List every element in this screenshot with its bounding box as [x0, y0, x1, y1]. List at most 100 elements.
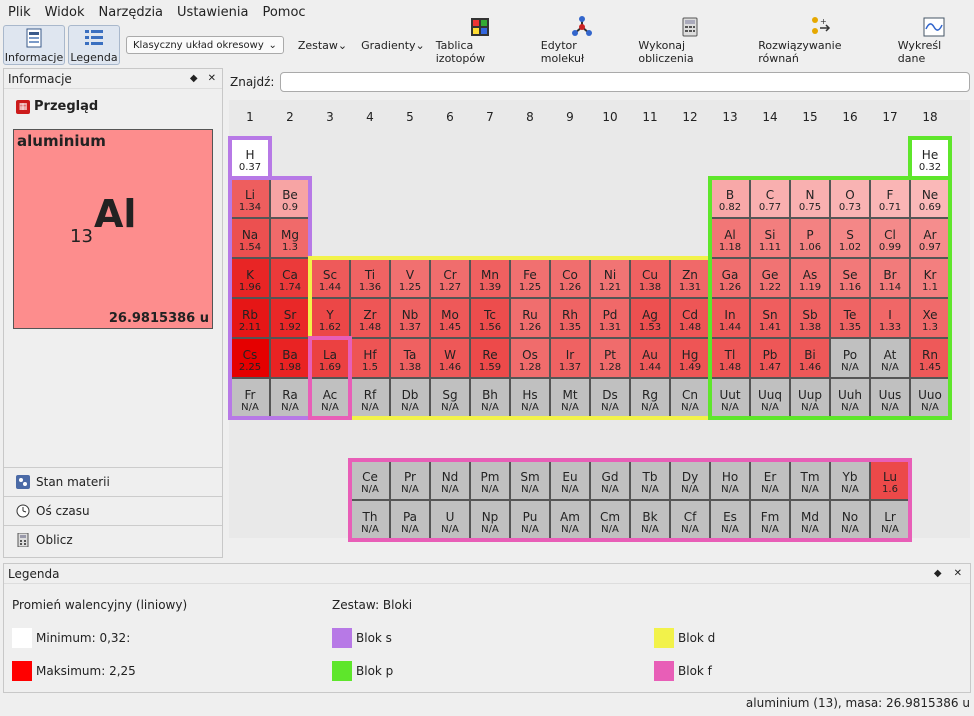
- element-cell-np[interactable]: Np N/A: [470, 500, 510, 540]
- element-cell-sc[interactable]: Sc 1.44: [310, 258, 350, 298]
- element-cell-c[interactable]: C 0.77: [750, 178, 790, 218]
- element-cell-v[interactable]: V 1.25: [390, 258, 430, 298]
- menu-tools[interactable]: Narzędzia: [99, 5, 164, 20]
- element-cell-uuo[interactable]: Uuo N/A: [910, 378, 950, 418]
- element-cell-sn[interactable]: Sn 1.41: [750, 298, 790, 338]
- element-cell-zr[interactable]: Zr 1.48: [350, 298, 390, 338]
- element-cell-sr[interactable]: Sr 1.92: [270, 298, 310, 338]
- element-cell-si[interactable]: Si 1.11: [750, 218, 790, 258]
- tab-state-of-matter[interactable]: Stan materii: [4, 467, 222, 495]
- element-cell-pr[interactable]: Pr N/A: [390, 460, 430, 500]
- element-cell-uup[interactable]: Uup N/A: [790, 378, 830, 418]
- element-cell-os[interactable]: Os 1.28: [510, 338, 550, 378]
- element-cell-te[interactable]: Te 1.35: [830, 298, 870, 338]
- layout-select[interactable]: Klasyczny układ okresowy ⌄: [126, 36, 284, 54]
- element-cell-ra[interactable]: Ra N/A: [270, 378, 310, 418]
- element-cell-db[interactable]: Db N/A: [390, 378, 430, 418]
- calculate-button[interactable]: Wykonaj obliczenia: [635, 17, 745, 65]
- info-button[interactable]: Informacje: [3, 25, 65, 65]
- element-cell-tb[interactable]: Tb N/A: [630, 460, 670, 500]
- molecule-editor-button[interactable]: Edytor molekuł: [538, 16, 626, 65]
- element-cell-co[interactable]: Co 1.26: [550, 258, 590, 298]
- element-cell-f[interactable]: F 0.71: [870, 178, 910, 218]
- element-cell-ti[interactable]: Ti 1.36: [350, 258, 390, 298]
- equation-solver-button[interactable]: + Rozwiązywanie równań: [755, 17, 887, 65]
- element-cell-th[interactable]: Th N/A: [350, 500, 390, 540]
- element-cell-cf[interactable]: Cf N/A: [670, 500, 710, 540]
- plot-data-button[interactable]: Wykreśl dane: [895, 17, 974, 65]
- element-cell-cs[interactable]: Cs 2.25: [230, 338, 270, 378]
- element-cell-ne[interactable]: Ne 0.69: [910, 178, 950, 218]
- element-cell-n[interactable]: N 0.75: [790, 178, 830, 218]
- element-cell-ac[interactable]: Ac N/A: [310, 378, 350, 418]
- element-cell-po[interactable]: Po N/A: [830, 338, 870, 378]
- element-cell-bh[interactable]: Bh N/A: [470, 378, 510, 418]
- element-cell-xe[interactable]: Xe 1.3: [910, 298, 950, 338]
- element-cell-au[interactable]: Au 1.44: [630, 338, 670, 378]
- element-cell-cr[interactable]: Cr 1.27: [430, 258, 470, 298]
- element-cell-at[interactable]: At N/A: [870, 338, 910, 378]
- element-cell-re[interactable]: Re 1.59: [470, 338, 510, 378]
- element-cell-pb[interactable]: Pb 1.47: [750, 338, 790, 378]
- element-cell-cn[interactable]: Cn N/A: [670, 378, 710, 418]
- sets-menu-button[interactable]: Zestaw ⌄: [298, 39, 347, 52]
- element-cell-kr[interactable]: Kr 1.1: [910, 258, 950, 298]
- element-cell-er[interactable]: Er N/A: [750, 460, 790, 500]
- element-cell-tm[interactable]: Tm N/A: [790, 460, 830, 500]
- element-cell-ba[interactable]: Ba 1.98: [270, 338, 310, 378]
- element-cell-y[interactable]: Y 1.62: [310, 298, 350, 338]
- element-cell-rb[interactable]: Rb 2.11: [230, 298, 270, 338]
- element-cell-fm[interactable]: Fm N/A: [750, 500, 790, 540]
- element-cell-tl[interactable]: Tl 1.48: [710, 338, 750, 378]
- element-cell-zn[interactable]: Zn 1.31: [670, 258, 710, 298]
- element-cell-cu[interactable]: Cu 1.38: [630, 258, 670, 298]
- element-cell-h[interactable]: H 0.37: [230, 138, 270, 178]
- tab-calculate[interactable]: Oblicz: [4, 525, 222, 553]
- float-icon[interactable]: ◆: [190, 73, 198, 84]
- close-icon[interactable]: ✕: [954, 568, 962, 579]
- element-cell-pm[interactable]: Pm N/A: [470, 460, 510, 500]
- element-cell-md[interactable]: Md N/A: [790, 500, 830, 540]
- element-cell-lr[interactable]: Lr N/A: [870, 500, 910, 540]
- element-cell-dy[interactable]: Dy N/A: [670, 460, 710, 500]
- element-cell-li[interactable]: Li 1.34: [230, 178, 270, 218]
- menu-view[interactable]: Widok: [45, 5, 85, 20]
- element-cell-be[interactable]: Be 0.9: [270, 178, 310, 218]
- element-cell-br[interactable]: Br 1.14: [870, 258, 910, 298]
- element-cell-uus[interactable]: Uus N/A: [870, 378, 910, 418]
- element-cell-hf[interactable]: Hf 1.5: [350, 338, 390, 378]
- element-cell-cm[interactable]: Cm N/A: [590, 500, 630, 540]
- element-cell-ir[interactable]: Ir 1.37: [550, 338, 590, 378]
- isotope-table-button[interactable]: Tablica izotopów: [433, 18, 528, 65]
- element-cell-mt[interactable]: Mt N/A: [550, 378, 590, 418]
- element-cell-uut[interactable]: Uut N/A: [710, 378, 750, 418]
- element-cell-u[interactable]: U N/A: [430, 500, 470, 540]
- element-cell-hg[interactable]: Hg 1.49: [670, 338, 710, 378]
- element-cell-ho[interactable]: Ho N/A: [710, 460, 750, 500]
- element-cell-rf[interactable]: Rf N/A: [350, 378, 390, 418]
- element-cell-nb[interactable]: Nb 1.37: [390, 298, 430, 338]
- element-cell-sg[interactable]: Sg N/A: [430, 378, 470, 418]
- element-cell-eu[interactable]: Eu N/A: [550, 460, 590, 500]
- element-cell-ta[interactable]: Ta 1.38: [390, 338, 430, 378]
- element-cell-lu[interactable]: Lu 1.6: [870, 460, 910, 500]
- menu-help[interactable]: Pomoc: [262, 5, 305, 20]
- element-cell-no[interactable]: No N/A: [830, 500, 870, 540]
- element-cell-pa[interactable]: Pa N/A: [390, 500, 430, 540]
- element-cell-rn[interactable]: Rn 1.45: [910, 338, 950, 378]
- element-cell-i[interactable]: I 1.33: [870, 298, 910, 338]
- element-cell-es[interactable]: Es N/A: [710, 500, 750, 540]
- element-cell-ce[interactable]: Ce N/A: [350, 460, 390, 500]
- element-cell-ds[interactable]: Ds N/A: [590, 378, 630, 418]
- close-icon[interactable]: ✕: [208, 73, 216, 84]
- element-cell-bi[interactable]: Bi 1.46: [790, 338, 830, 378]
- element-cell-as[interactable]: As 1.19: [790, 258, 830, 298]
- element-cell-la[interactable]: La 1.69: [310, 338, 350, 378]
- element-cell-rh[interactable]: Rh 1.35: [550, 298, 590, 338]
- tab-timeline[interactable]: Oś czasu: [4, 496, 222, 524]
- element-cell-w[interactable]: W 1.46: [430, 338, 470, 378]
- element-cell-pu[interactable]: Pu N/A: [510, 500, 550, 540]
- element-cell-na[interactable]: Na 1.54: [230, 218, 270, 258]
- float-icon[interactable]: ◆: [934, 568, 942, 579]
- find-input[interactable]: [280, 72, 971, 92]
